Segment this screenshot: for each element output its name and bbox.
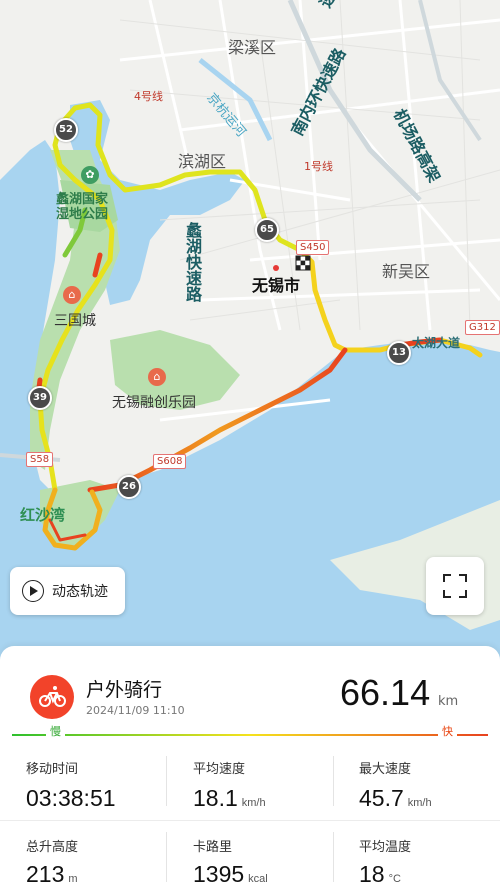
distance-unit: km xyxy=(438,694,459,709)
total-distance: 66.14 xyxy=(340,672,431,713)
finish-flag-icon xyxy=(295,255,311,271)
stat-label: 最大速度 xyxy=(359,762,412,777)
place-label: 三国城 xyxy=(54,313,96,329)
fullscreen-button[interactable] xyxy=(426,557,484,615)
stat-label: 平均速度 xyxy=(193,762,246,777)
stat-unit: km/h xyxy=(241,797,266,809)
district-label: 新吴区 xyxy=(382,262,431,281)
park-label-line: 蠡湖国家 xyxy=(56,192,109,207)
speed-slow-label: 慢 xyxy=(46,723,65,739)
column-divider xyxy=(166,756,167,806)
stat-label: 卡路里 xyxy=(193,840,233,855)
stat-calories: 卡路里 1395 kcal xyxy=(193,836,343,888)
district-label: 梁溪区 xyxy=(228,38,277,57)
activity-type: 户外骑行 xyxy=(86,679,163,701)
km-marker: 26 xyxy=(117,475,141,499)
park-icon: ✿ xyxy=(81,166,99,184)
stat-moving-time: 移动时间 03:38:51 xyxy=(26,758,176,812)
stat-unit: km/h xyxy=(407,797,432,809)
city-center-icon xyxy=(273,265,279,271)
metro-line-label: 4号线 xyxy=(134,90,163,103)
route-map[interactable]: 梁溪区 滨湖区 新吴区 速路 京杭运河 南内环快速路 机场路高架 蠡湖快速路 4… xyxy=(0,0,500,660)
stat-number: 18.1 xyxy=(193,785,238,811)
km-marker: 52 xyxy=(54,118,78,142)
attraction-icon: ⌂ xyxy=(148,368,166,386)
stat-value: 18.1 km/h xyxy=(193,785,343,812)
km-marker: 39 xyxy=(28,386,52,410)
stat-label: 总升高度 xyxy=(26,840,79,855)
park-label-line: 湿地公园 xyxy=(56,207,109,222)
fullscreen-icon xyxy=(443,574,467,598)
place-label: 红沙湾 xyxy=(20,506,66,524)
park-label: 蠡湖国家 湿地公园 xyxy=(56,192,108,222)
stat-label: 平均温度 xyxy=(359,840,412,855)
activity-datetime: 2024/11/09 11:10 xyxy=(86,704,185,717)
road-label: 太湖大道 xyxy=(412,336,461,350)
road-shield: S450 xyxy=(296,240,330,255)
place-label: 无锡融创乐园 xyxy=(112,395,196,411)
cycling-icon xyxy=(30,675,74,719)
stat-number: 18 xyxy=(359,861,385,887)
road-shield: S608 xyxy=(153,454,187,469)
column-divider xyxy=(333,756,334,806)
stat-unit: °C xyxy=(388,873,401,885)
stat-elevation-gain: 总升高度 213 m xyxy=(26,836,176,888)
replay-track-button[interactable]: 动态轨迹 xyxy=(10,567,125,615)
km-marker: 13 xyxy=(387,341,411,365)
row-divider xyxy=(0,820,500,821)
speed-legend-bar xyxy=(12,734,488,736)
road-shield: S58 xyxy=(26,452,54,467)
stat-value: 18 °C xyxy=(359,861,500,888)
stat-number: 213 xyxy=(26,861,65,887)
replay-track-label: 动态轨迹 xyxy=(52,584,108,600)
city-label: 无锡市 xyxy=(252,276,301,295)
km-marker: 65 xyxy=(255,218,279,242)
stat-value: 1395 kcal xyxy=(193,861,343,888)
stat-unit: m xyxy=(68,873,78,885)
stat-number: 03:38:51 xyxy=(26,785,116,811)
district-label: 滨湖区 xyxy=(178,152,227,171)
stat-average-speed: 平均速度 18.1 km/h xyxy=(193,758,343,812)
play-circle-icon xyxy=(22,580,44,602)
stat-unit: kcal xyxy=(248,873,268,885)
stat-max-speed: 最大速度 45.7 km/h xyxy=(359,758,500,812)
metro-line-label: 1号线 xyxy=(304,160,333,173)
attraction-icon: ⌂ xyxy=(63,286,81,304)
stat-number: 1395 xyxy=(193,861,245,887)
stat-average-temperature: 平均温度 18 °C xyxy=(359,836,500,888)
stat-number: 45.7 xyxy=(359,785,404,811)
road-shield: G312 xyxy=(465,320,500,335)
road-label: 蠡湖快速路 xyxy=(183,222,202,302)
speed-fast-label: 快 xyxy=(438,723,457,739)
stat-value: 45.7 km/h xyxy=(359,785,500,812)
stat-label: 移动时间 xyxy=(26,762,79,777)
stat-value: 03:38:51 xyxy=(26,785,176,812)
stat-value: 213 m xyxy=(26,861,176,888)
map-canvas xyxy=(0,0,500,660)
